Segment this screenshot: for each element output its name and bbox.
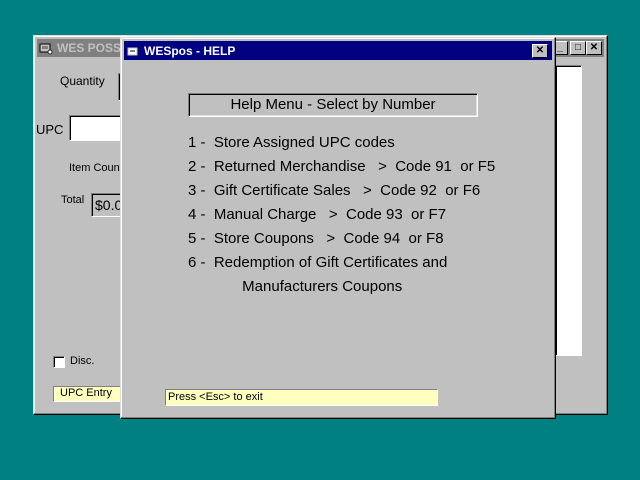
help-heading-box: Help Menu - Select by Number [188,93,478,117]
quantity-label: Quantity [60,74,105,88]
help-app-icon [127,47,138,55]
total-value: $0.0 [95,197,123,213]
help-item-6: 6 - Redemption of Gift Certificates and [188,254,448,271]
close-button[interactable]: ✕ [586,41,602,55]
help-window-title: WESpos - HELP [144,43,236,58]
disc-label: Disc. [70,355,95,367]
help-title-bar[interactable]: WESpos - HELP ✕ [124,41,552,60]
help-item-6-continued: Manufacturers Coupons [188,278,403,295]
help-item-3: 3 - Gift Certificate Sales > Code 92 or … [188,182,481,199]
receipt-list[interactable] [555,65,582,356]
help-item-2: 2 - Returned Merchandise > Code 91 or F5 [188,158,496,175]
help-item-1: 1 - Store Assigned UPC codes [188,134,395,151]
pos-app-icon [39,43,53,55]
help-window: WESpos - HELP ✕ Help Menu - Select by Nu… [120,37,556,419]
status-text: UPC Entry [60,387,112,399]
help-item-4: 4 - Manual Charge > Code 93 or F7 [188,206,447,223]
help-exit-hint: Press <Esc> to exit [168,391,263,403]
maximize-button[interactable]: □ [570,41,586,55]
total-label: Total [61,194,85,206]
help-item-5: 5 - Store Coupons > Code 94 or F8 [188,230,444,247]
disc-checkbox[interactable] [53,356,65,368]
help-close-button[interactable]: ✕ [532,44,548,58]
help-exit-hint-field: Press <Esc> to exit [165,389,438,406]
upc-label: UPC [36,122,64,137]
help-heading: Help Menu - Select by Number [230,96,436,113]
item-count-label: Item Count [69,162,123,174]
pos-window-title: WES POSS [57,41,122,55]
